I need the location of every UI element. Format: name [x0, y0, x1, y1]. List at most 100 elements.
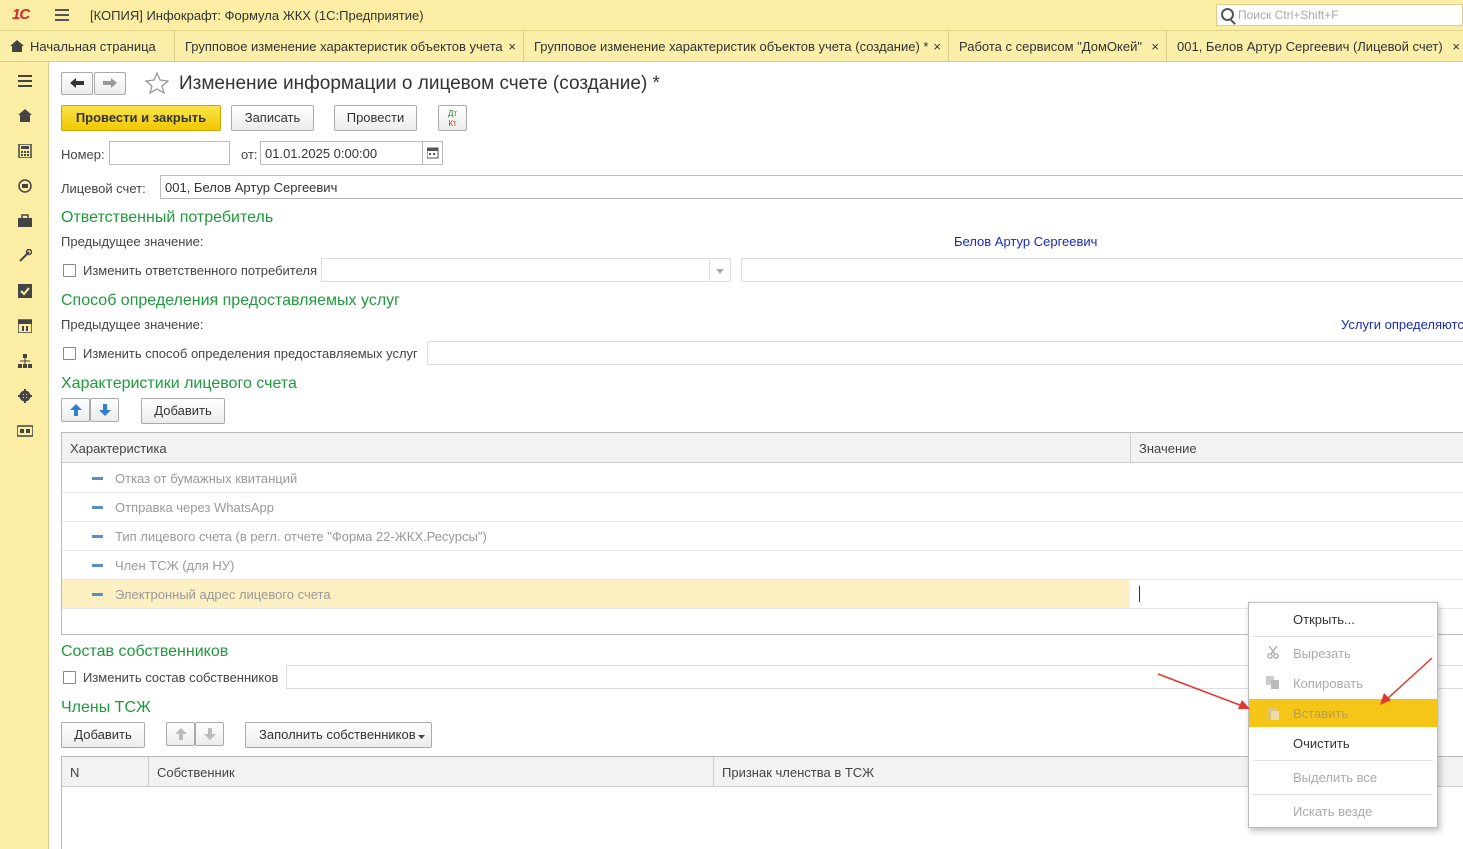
owners-heading: Состав собственников [61, 643, 229, 660]
responsible-heading: Ответственный потребитель [61, 209, 274, 226]
search-icon [1221, 8, 1234, 21]
number-field[interactable] [109, 141, 230, 165]
dt-kt-button[interactable]: Дт Кт [438, 105, 467, 131]
meter-icon[interactable] [17, 179, 33, 195]
table-row[interactable]: Член ТСЖ (для НУ) [62, 551, 1463, 580]
save-button[interactable]: Записать [231, 105, 314, 131]
sidebar [0, 62, 49, 849]
row-text: Тип лицевого счета (в регл. отчете "Форм… [115, 529, 487, 544]
menu-icon[interactable] [17, 74, 33, 90]
column-divider [148, 757, 149, 787]
fill-owners-label: Заполнить собственников [259, 727, 416, 742]
tools-icon[interactable] [17, 248, 33, 265]
app-title: [КОПИЯ] Инфокрафт: Формула ЖКХ (1С:Предп… [90, 8, 424, 23]
change-owners-checkbox[interactable] [63, 671, 76, 684]
menu-separator [1253, 636, 1433, 637]
close-icon[interactable]: × [508, 39, 516, 54]
calculator-icon[interactable] [17, 143, 33, 160]
post-and-close-button[interactable]: Провести и закрыть [61, 105, 221, 131]
structure-icon[interactable] [17, 354, 33, 370]
row-marker-icon [92, 535, 103, 538]
account-field[interactable]: 001, Белов Артур Сергеевич [160, 175, 1463, 199]
table-header: Характеристика Значение [62, 433, 1463, 463]
services-prev-value[interactable]: Услуги определяются [1341, 317, 1463, 332]
tabs-bar: Начальная страница Групповое изменение х… [0, 31, 1463, 62]
search-input[interactable] [1238, 7, 1458, 23]
arrow-right-head [1380, 693, 1391, 705]
move-down-button[interactable] [90, 398, 119, 422]
tab-group-change-create[interactable]: Групповое изменение характеристик объект… [524, 31, 949, 62]
annotation-arrows [1157, 657, 1433, 709]
date-field[interactable]: 01.01.2025 0:00:00 [260, 141, 423, 165]
row-text: Отправка через WhatsApp [115, 500, 275, 515]
responsible-prev-value[interactable]: Белов Артур Сергеевич [954, 234, 1097, 249]
close-icon[interactable]: × [933, 39, 941, 54]
arrow-right [1385, 657, 1433, 701]
tab-home[interactable]: Начальная страница [0, 31, 175, 62]
row-marker-icon [92, 477, 103, 480]
close-icon[interactable]: × [1452, 39, 1460, 54]
change-responsible-checkbox[interactable] [63, 264, 76, 277]
back-button[interactable] [61, 72, 93, 95]
gear-icon[interactable] [17, 389, 33, 405]
chevron-down-icon[interactable] [710, 258, 731, 282]
briefcase-icon[interactable] [17, 214, 33, 230]
column-characteristic[interactable]: Характеристика [70, 441, 167, 456]
column-divider [713, 757, 714, 787]
change-responsible-label[interactable]: Изменить ответственного потребителя [83, 263, 317, 278]
account-label: Лицевой счет: [61, 181, 146, 196]
column-owner[interactable]: Собственник [157, 765, 235, 780]
tab-account[interactable]: 001, Белов Артур Сергеевич (Лицевой счет… [1167, 31, 1463, 62]
services-heading: Способ определения предоставляемых услуг [61, 292, 400, 309]
move-up-button[interactable] [166, 722, 195, 746]
column-value[interactable]: Значение [1139, 441, 1197, 456]
move-down-button[interactable] [195, 722, 224, 746]
table-row[interactable]: Отказ от бумажных квитанций [62, 464, 1463, 493]
column-membership[interactable]: Признак членства в ТСЖ [722, 765, 874, 780]
table-row[interactable]: Тип лицевого счета (в регл. отчете "Форм… [62, 522, 1463, 551]
menu-item-search-everywhere[interactable]: Искать везде [1249, 797, 1437, 825]
row-text: Отказ от бумажных квитанций [115, 471, 298, 486]
menu-item-clear[interactable]: Очистить [1249, 729, 1437, 757]
responsible-select[interactable] [321, 258, 710, 282]
responsible-extra-field[interactable] [741, 258, 1463, 282]
home-icon [10, 40, 24, 52]
app-logo[interactable]: 1С [12, 6, 30, 23]
close-icon[interactable]: × [1151, 39, 1159, 54]
change-services-checkbox[interactable] [63, 347, 76, 360]
add-characteristic-button[interactable]: Добавить [141, 398, 225, 424]
tab-label: 001, Белов Артур Сергеевич (Лицевой счет… [1177, 39, 1443, 54]
column-divider [1130, 433, 1131, 463]
calendar-icon[interactable] [17, 319, 33, 335]
post-button[interactable]: Провести [334, 105, 417, 131]
menu-item-select-all[interactable]: Выделить все [1249, 763, 1437, 791]
text-cursor [1139, 586, 1140, 602]
home-icon[interactable] [17, 109, 33, 125]
add-member-button[interactable]: Добавить [61, 722, 145, 748]
tab-label: Начальная страница [30, 39, 156, 54]
date-label: от: [241, 147, 258, 162]
calendar-icon[interactable] [423, 141, 443, 165]
fill-owners-button[interactable]: Заполнить собственников [245, 722, 432, 748]
number-label: Номер: [61, 147, 105, 162]
tab-label: Групповое изменение характеристик объект… [185, 39, 503, 54]
card-icon[interactable] [16, 424, 34, 440]
services-select[interactable] [427, 341, 1463, 365]
characteristics-heading: Характеристики лицевого счета [61, 375, 297, 392]
row-text: Член ТСЖ (для НУ) [115, 558, 235, 573]
menu-item-open[interactable]: Открыть... [1249, 605, 1437, 633]
column-n[interactable]: N [70, 765, 79, 780]
star-icon[interactable] [144, 71, 170, 97]
main-menu-icon[interactable] [55, 9, 69, 21]
search-box[interactable] [1216, 4, 1463, 26]
table-row[interactable]: Отправка через WhatsApp [62, 493, 1463, 522]
tab-domokey[interactable]: Работа с сервисом "ДомОкей" × [949, 31, 1167, 62]
forward-button[interactable] [94, 72, 126, 95]
row-marker-icon [92, 593, 103, 596]
checkbox-icon[interactable] [17, 284, 33, 300]
tab-group-change[interactable]: Групповое изменение характеристик объект… [175, 31, 524, 62]
move-up-button[interactable] [61, 398, 90, 422]
change-services-label[interactable]: Изменить способ определения предоставляе… [83, 346, 418, 361]
change-owners-label[interactable]: Изменить состав собственников [83, 670, 278, 685]
chevron-down-icon [418, 735, 425, 739]
